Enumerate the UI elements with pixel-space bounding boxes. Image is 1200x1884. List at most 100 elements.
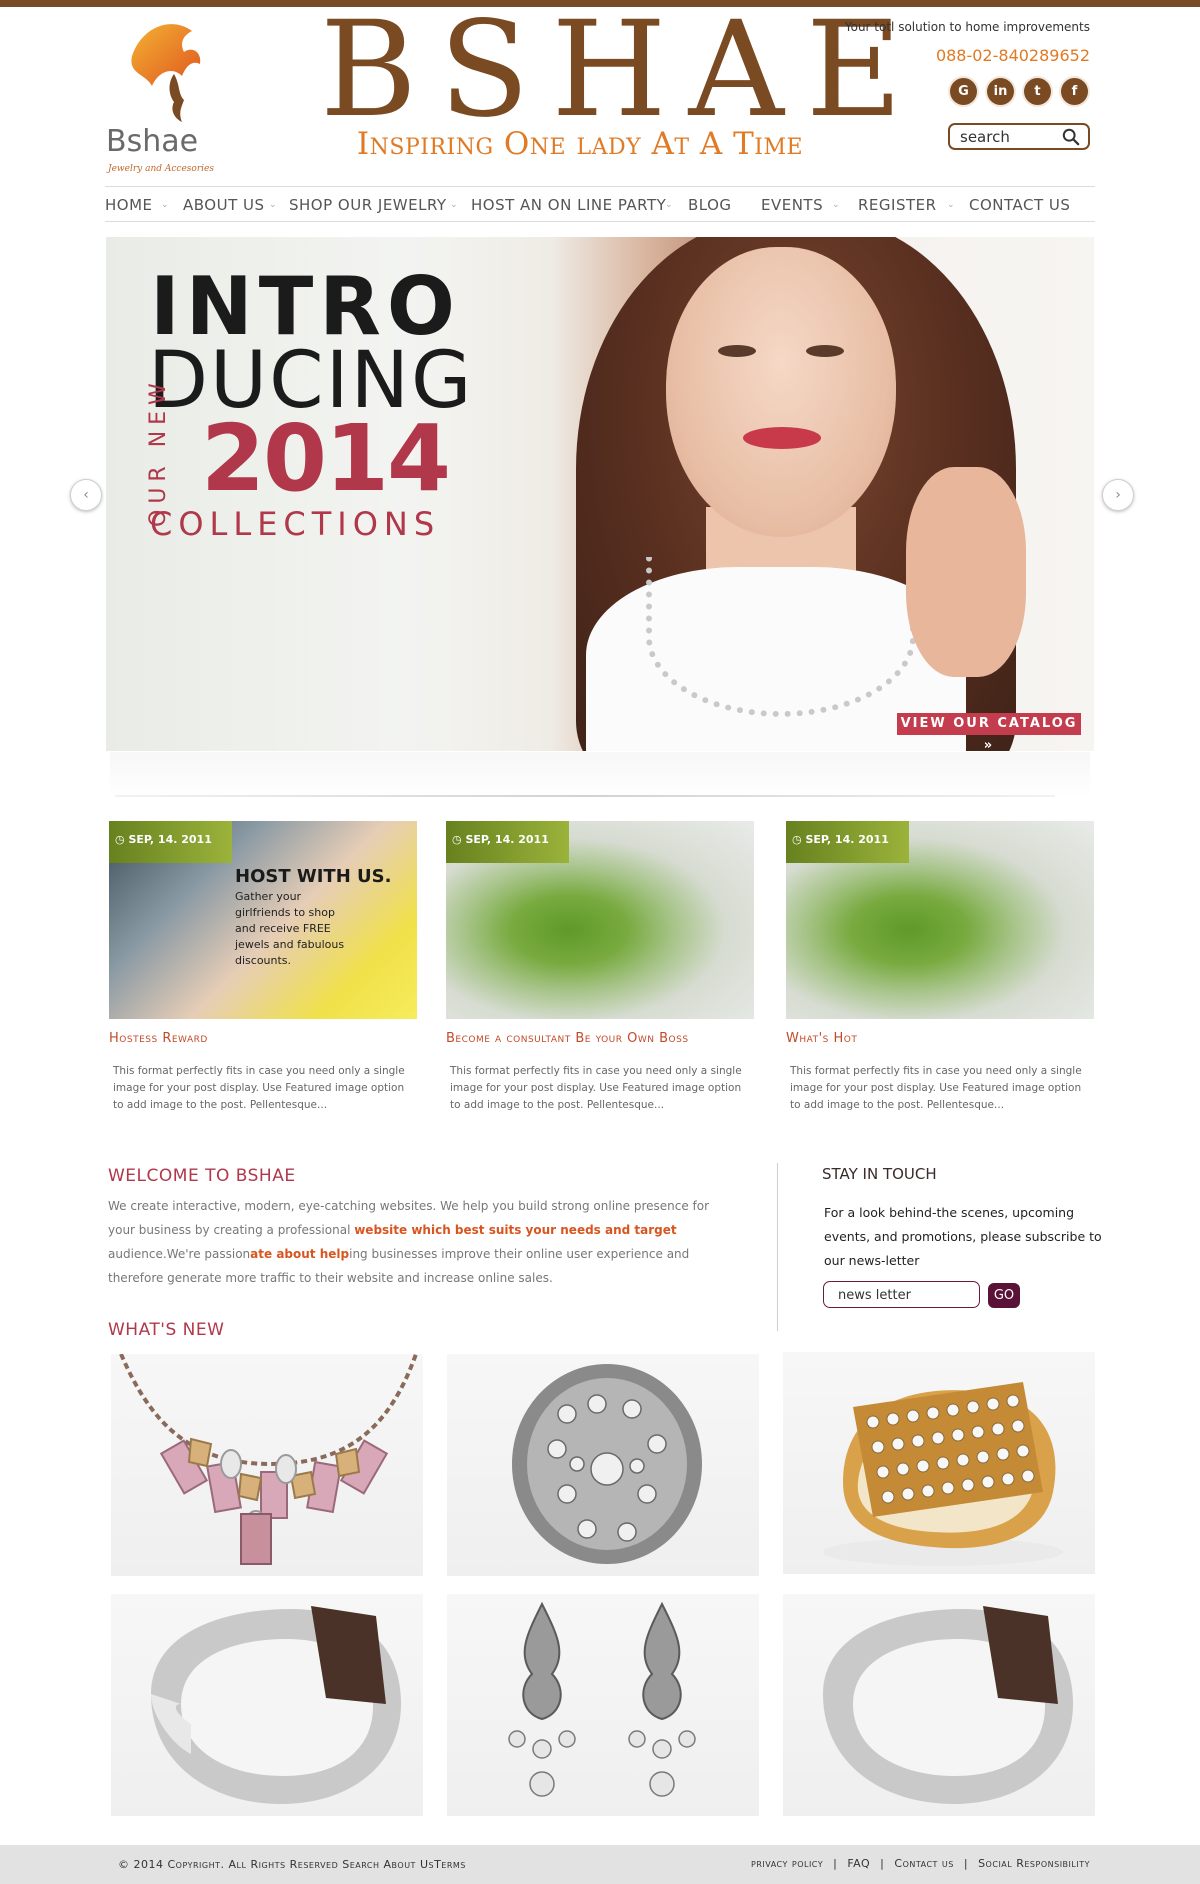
post-image-heading: HOST WITH US. [235, 866, 392, 887]
nav-item-home[interactable]: HOME [105, 196, 153, 214]
bangle-icon [823, 1606, 1073, 1804]
post-date: ◷ SEP, 14. 2011 [109, 821, 232, 863]
hero-intro-line1: INTRO [150, 260, 461, 353]
logo-flame-icon [131, 24, 201, 122]
slider-next-arrow-icon[interactable]: › [1102, 479, 1134, 511]
linkedin-icon[interactable]: in [987, 78, 1014, 105]
stay-in-touch-title: STAY IN TOUCH [822, 1165, 937, 1183]
welcome-text-part: audience.We're passion [108, 1247, 251, 1261]
post-image[interactable]: ◷ SEP, 14. 2011 [446, 821, 754, 1019]
post-excerpt: This format perfectly fits in case you n… [790, 1065, 1082, 1111]
brand-tagline: Inspiring One lady At A Time [356, 126, 804, 162]
post-image[interactable]: ◷ SEP, 14. 2011 [786, 821, 1094, 1019]
hero-shadow [110, 752, 1090, 798]
search-icon[interactable] [1062, 128, 1080, 146]
hero-year: 2014 [201, 405, 451, 512]
newsletter-input[interactable] [838, 1286, 968, 1304]
slider-prev-arrow-icon[interactable]: ‹ [70, 479, 102, 511]
post-title[interactable]: Hostess Reward [109, 1031, 417, 1046]
footer-link-faq[interactable]: FAQ [847, 1857, 870, 1870]
post-date: ◷ SEP, 14. 2011 [786, 821, 909, 863]
nav-separator-icon: ⌄ [947, 200, 955, 210]
post-card-whats-hot: ◷ SEP, 14. 2011 What's Hot This format p… [786, 821, 1094, 1114]
welcome-highlight-link[interactable]: website which best suits your needs and … [354, 1223, 676, 1237]
gold-ring-icon [823, 1382, 1063, 1566]
post-image-text: Gather your girlfriends to shop and rece… [235, 890, 345, 967]
bangle-icon [151, 1606, 401, 1804]
nav-separator-icon: ⌄ [665, 200, 673, 210]
footer-separator: | [833, 1857, 838, 1870]
brand-title: BSHAE [320, 0, 925, 147]
search-input[interactable] [960, 127, 1060, 147]
stay-in-touch-text: For a look behind-the scenes, upcoming e… [824, 1205, 1102, 1268]
post-date-text: SEP, 14. 2011 [128, 833, 212, 846]
product-gold-ring-image[interactable] [783, 1352, 1095, 1574]
nav-item-events[interactable]: EVENTS [761, 196, 823, 214]
product-ring-image[interactable] [447, 1354, 759, 1576]
welcome-highlight-link[interactable]: ate about help [250, 1247, 349, 1261]
view-catalog-button[interactable]: VIEW OUR CATALOG » [897, 713, 1081, 751]
necklace-icon [119, 1354, 418, 1565]
nav-item-host-online-party[interactable]: HOST AN ON LINE PARTY [471, 196, 666, 214]
column-divider [777, 1163, 778, 1331]
main-nav: HOME ⌄ ABOUT US ⌄ SHOP OUR JEWELRY ⌄ HOS… [105, 186, 1095, 222]
logo-tagline: Jewelry and Accesories [108, 164, 214, 174]
earrings-icon [508, 1601, 696, 1797]
hero-model-eye [718, 345, 756, 357]
post-title[interactable]: What's Hot [786, 1031, 1094, 1046]
product-bangle-image-2[interactable] [783, 1594, 1095, 1816]
hero-model-hand [906, 467, 1026, 677]
nav-separator-icon: ⌄ [269, 200, 277, 210]
footer: © 2014 Copyright. All Rights Reserved Se… [0, 1845, 1200, 1884]
post-card-hostess-reward: ◷ SEP, 14. 2011 HOST WITH US. Gather you… [109, 821, 417, 1114]
social-links: G in t f [950, 78, 1088, 105]
product-bangle-image[interactable] [111, 1594, 423, 1816]
post-date-text: SEP, 14. 2011 [805, 833, 889, 846]
whats-new-title: WHAT'S NEW [108, 1320, 225, 1340]
product-earrings-image[interactable] [447, 1594, 759, 1816]
welcome-title: WELCOME TO BSHAE [108, 1166, 296, 1186]
section-divider [115, 795, 1055, 797]
hero-model-lips [743, 427, 821, 449]
footer-separator: | [963, 1857, 969, 1870]
hero-model-face [666, 247, 896, 537]
footer-separator: | [880, 1857, 885, 1870]
product-necklace-image[interactable] [111, 1354, 423, 1576]
nav-item-register[interactable]: REGISTER [858, 196, 937, 214]
nav-item-shop-our-jewelry[interactable]: SHOP OUR JEWELRY [289, 196, 447, 214]
newsletter-go-button[interactable]: GO [988, 1283, 1020, 1308]
welcome-text: We create interactive, modern, eye-catch… [108, 1194, 738, 1290]
nav-separator-icon: ⌄ [450, 200, 458, 210]
ring-icon [512, 1364, 702, 1564]
facebook-icon[interactable]: f [1061, 78, 1088, 105]
header-tagline: Your totl solution to home improvements [844, 20, 1090, 34]
footer-links: privacy policy | FAQ | Contact us | Social Res… [751, 1857, 1090, 1870]
site-logo[interactable]: Bshae Jewelry and Accesories [106, 16, 226, 174]
logo-name: Bshae [106, 124, 199, 159]
post-excerpt: This format perfectly fits in case you n… [450, 1065, 742, 1111]
google-icon[interactable]: G [950, 78, 977, 105]
footer-link-social-responsibility[interactable]: Social Responsibility [978, 1857, 1090, 1870]
post-image[interactable]: ◷ SEP, 14. 2011 HOST WITH US. Gather you… [109, 821, 417, 1019]
post-excerpt: This format perfectly fits in case you n… [113, 1065, 405, 1111]
nav-item-about-us[interactable]: ABOUT US [183, 196, 265, 214]
nav-item-blog[interactable]: BLOG [688, 196, 732, 214]
post-date-text: SEP, 14. 2011 [465, 833, 549, 846]
hero-model-eye [806, 345, 844, 357]
footer-link-contact-us[interactable]: Contact us [894, 1857, 953, 1870]
hero-slider: INTRO DUCING OUR NEW 2014 COLLECTIONS VI… [106, 237, 1094, 751]
twitter-icon[interactable]: t [1024, 78, 1051, 105]
post-title[interactable]: Become a consultant Be your Own Boss [446, 1031, 754, 1046]
hero-collections: COLLECTIONS [150, 505, 441, 543]
nav-separator-icon: ⌄ [161, 200, 169, 210]
post-date: ◷ SEP, 14. 2011 [446, 821, 569, 863]
phone-number: 088-02-840289652 [935, 46, 1090, 65]
hero-necklace [646, 557, 916, 717]
nav-item-contact-us[interactable]: CONTACT US [969, 196, 1070, 214]
search-box [948, 123, 1090, 150]
newsletter-box [823, 1281, 980, 1308]
nav-separator-icon: ⌄ [832, 200, 840, 210]
footer-copyright: © 2014 Copyright. All Rights Reserved Se… [118, 1858, 466, 1871]
footer-link-privacy-policy[interactable]: privacy policy [751, 1857, 823, 1870]
post-card-become-consultant: ◷ SEP, 14. 2011 Become a consultant Be y… [446, 821, 754, 1114]
